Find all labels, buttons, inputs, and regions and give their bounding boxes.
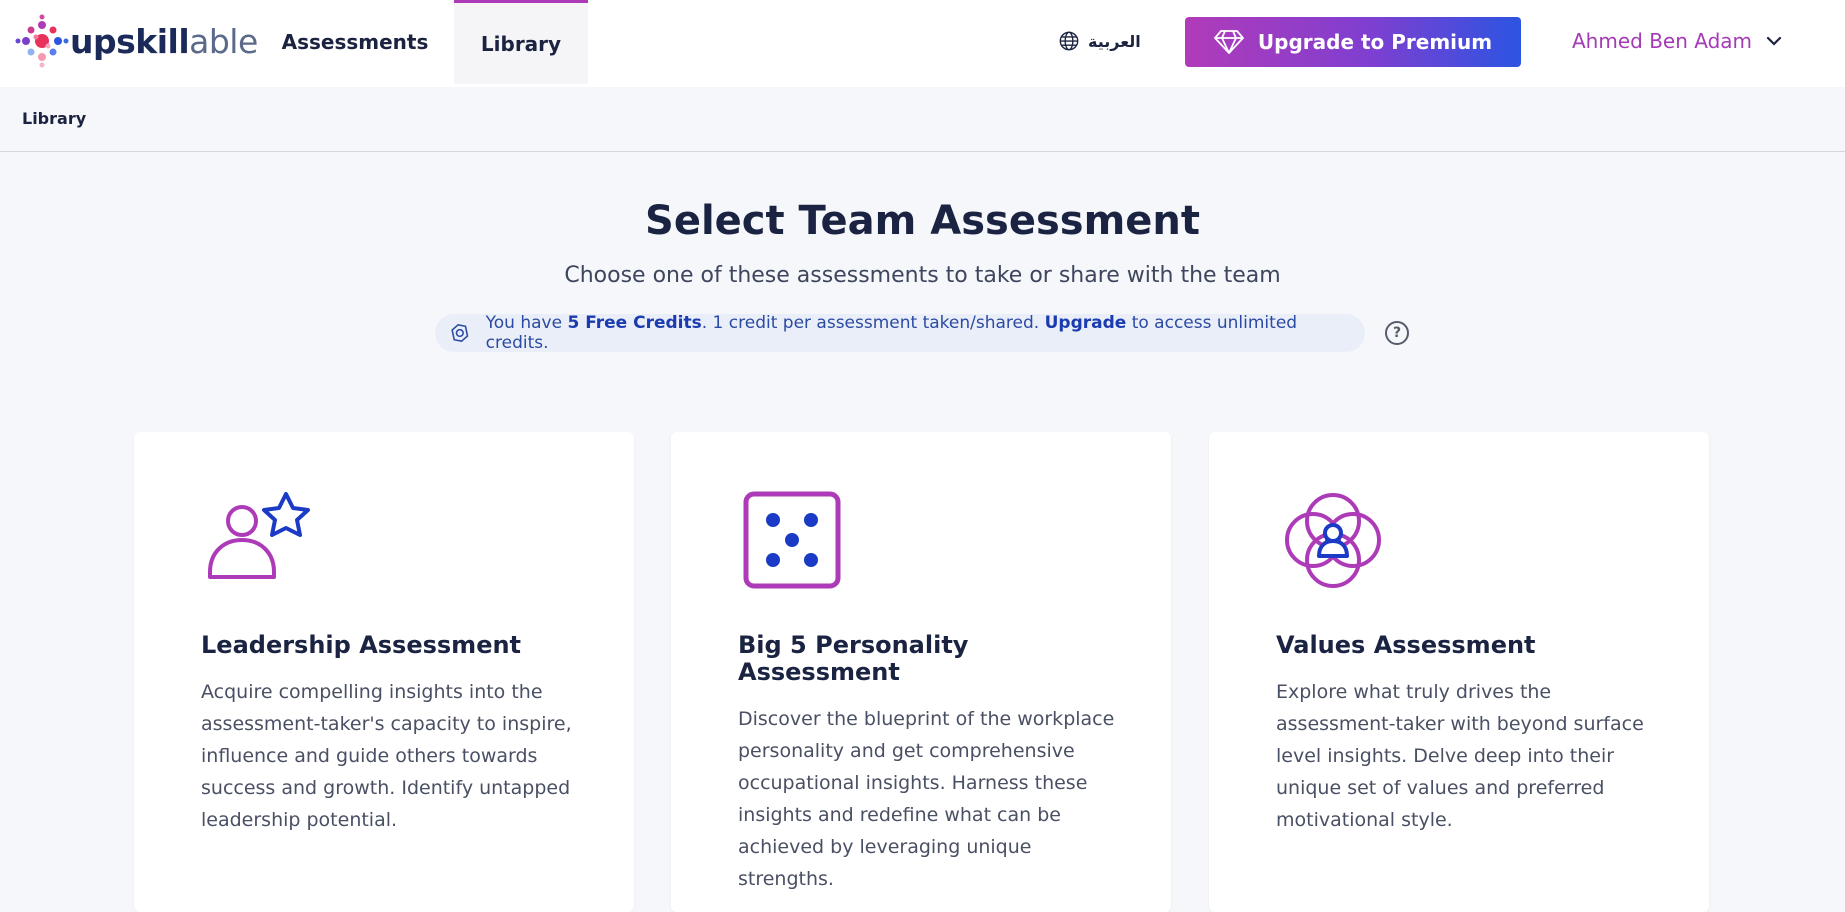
dice-icon [743, 491, 841, 589]
values-circles-icon [1285, 493, 1381, 588]
card-title: Values Assessment [1276, 631, 1536, 659]
credits-banner: You have 5 Free Credits. 1 credit per as… [435, 313, 1409, 353]
brand-logo[interactable]: upskillable [14, 14, 258, 68]
brand-name-part1: upskill [70, 21, 190, 61]
card-description: Discover the blueprint of the workplace … [738, 708, 1115, 890]
card-description: Explore what truly drives the assessment… [1276, 681, 1644, 831]
credits-upgrade-link[interactable]: Upgrade [1045, 313, 1127, 333]
brand-name-part2: able [189, 21, 258, 61]
upgrade-premium-button[interactable]: Upgrade to Premium [1185, 17, 1521, 67]
logo-icon [15, 14, 69, 68]
chevron-down-icon [1766, 36, 1782, 46]
credits-text: You have 5 Free Credits. 1 credit per as… [486, 313, 1353, 353]
upgrade-label: Upgrade to Premium [1257, 30, 1493, 54]
credits-count: 5 Free Credits [567, 313, 702, 333]
credit-coin-icon [451, 323, 469, 343]
leader-star-icon [208, 492, 310, 579]
user-menu[interactable]: Ahmed Ben Adam [1572, 26, 1782, 56]
breadcrumb: Library [0, 87, 1845, 152]
globe-icon [1059, 31, 1079, 51]
assessment-card-values[interactable]: Values Assessment Explore what truly dri… [1209, 432, 1709, 912]
language-label: العربية [1088, 31, 1141, 51]
brand-wordmark: upskillable [70, 22, 258, 61]
card-title: Leadership Assessment [201, 631, 522, 659]
credits-prefix: You have [485, 313, 568, 333]
page-subtitle: Choose one of these assessments to take … [564, 263, 1281, 288]
nav-library[interactable]: Library [454, 0, 588, 84]
credits-middle: . 1 credit per assessment taken/shared. [701, 313, 1045, 333]
page-title: Select Team Assessment [645, 198, 1200, 244]
assessment-card-big5[interactable]: Big 5 Personality Assessment Discover th… [671, 432, 1171, 912]
card-title: Big 5 Personality Assessment [738, 631, 969, 686]
credits-pill: You have 5 Free Credits. 1 credit per as… [435, 313, 1365, 353]
user-name: Ahmed Ben Adam [1572, 29, 1753, 53]
help-icon[interactable]: ? [1385, 321, 1409, 345]
diamond-icon [1213, 30, 1244, 54]
card-description: Acquire compelling insights into the ass… [201, 681, 572, 831]
assessment-card-leadership[interactable]: Leadership Assessment Acquire compelling… [134, 432, 634, 912]
breadcrumb-current: Library [22, 109, 87, 128]
language-switch[interactable]: العربية [1058, 26, 1141, 56]
top-navigation-bar: upskillable Assessments Library العربية … [0, 0, 1845, 87]
nav-assessments[interactable]: Assessments [270, 0, 440, 84]
